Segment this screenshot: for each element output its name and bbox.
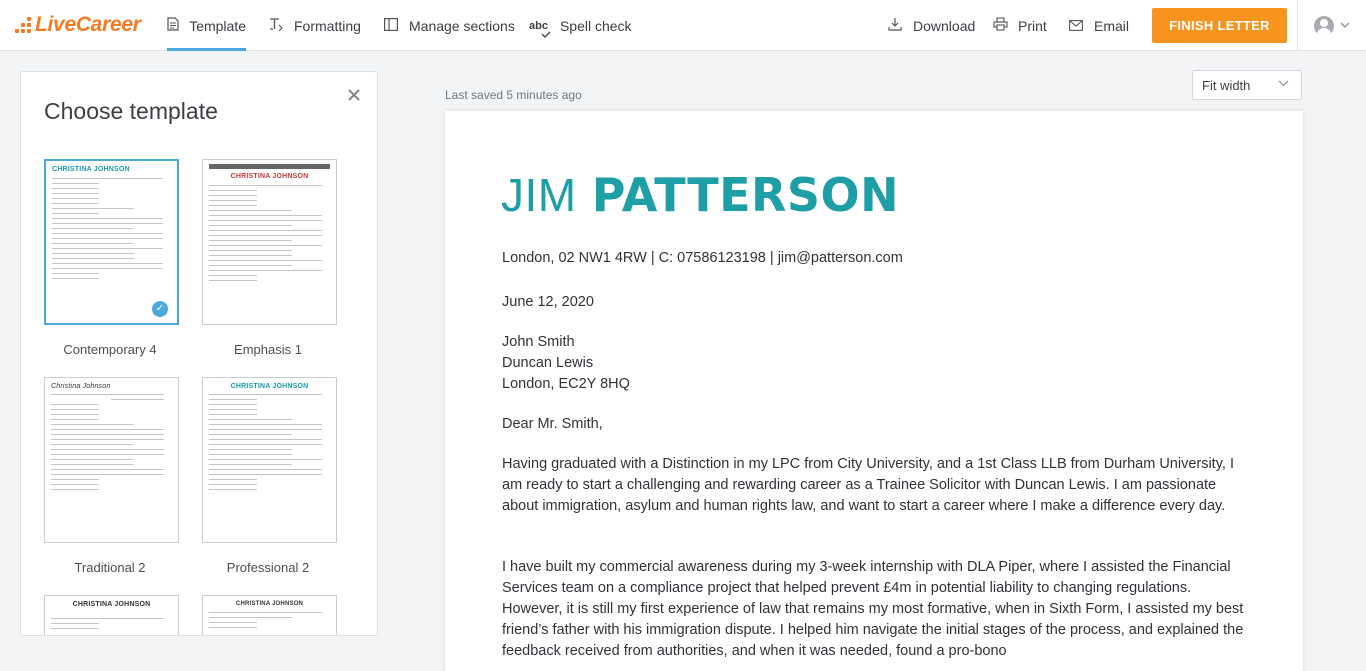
close-icon[interactable] — [345, 86, 363, 104]
template-label: Traditional 2 — [74, 560, 146, 575]
finish-letter-button[interactable]: FINISH LETTER — [1152, 8, 1287, 43]
body-paragraph-1: Having graduated with a Distinction in m… — [502, 456, 1234, 514]
chevron-down-icon — [1340, 20, 1350, 31]
first-name: JIM — [501, 169, 577, 221]
template-thumbnail-professional-2[interactable]: CHRISTINA JOHNSON — [202, 377, 337, 543]
download-label: Download — [913, 17, 976, 34]
template-label: Professional 2 — [226, 560, 310, 575]
columns-icon — [383, 17, 399, 34]
email-button[interactable]: Email — [1068, 0, 1129, 51]
tab-template[interactable]: Template — [167, 0, 246, 51]
envelope-icon — [1068, 18, 1084, 34]
download-button[interactable]: Download — [887, 0, 975, 51]
thumbnail-lines — [209, 612, 328, 632]
selected-check-icon: ✓ — [152, 301, 168, 317]
thumbnail-preview-name: CHRISTINA JOHNSON — [52, 166, 130, 173]
top-toolbar: LiveCareer Template Formatting Manage se… — [0, 0, 1366, 51]
chevron-down-icon — [1278, 79, 1289, 90]
template-label: Emphasis 1 — [234, 342, 302, 357]
user-menu[interactable] — [1297, 0, 1366, 51]
recipient-name: John Smith — [502, 334, 575, 350]
thumbnail-preview-name: Christina Johnson — [51, 383, 111, 390]
tab-manage-sections[interactable]: Manage sections — [383, 0, 515, 51]
template-thumbnail-partial[interactable]: CHRISTINA JOHNSON — [44, 595, 179, 635]
document-icon — [167, 17, 179, 34]
letter-date: June 12, 2020 — [502, 294, 594, 310]
logo-text: LiveCareer — [35, 13, 141, 36]
tab-spell-check[interactable]: abc Spell check — [529, 0, 632, 51]
template-label: Contemporary 4 — [63, 342, 157, 357]
template-thumbnail-contemporary-4[interactable]: CHRISTINA JOHNSON ✓ — [44, 159, 179, 325]
contact-line: London, 02 NW1 4RW | C: 07586123198 | ji… — [502, 250, 903, 266]
recipient-company: Duncan Lewis — [502, 355, 594, 371]
thumbnail-lines — [51, 618, 170, 633]
tab-template-label: Template — [189, 17, 246, 34]
logo-dots-icon — [15, 17, 31, 33]
last-name: PATTERSON — [591, 168, 900, 222]
thumbnail-preview-name: CHRISTINA JOHNSON — [235, 601, 304, 607]
thumbnail-lines — [51, 394, 170, 494]
printer-icon — [992, 17, 1008, 34]
salutation: Dear Mr. Smith, — [502, 416, 603, 432]
panel-title: Choose template — [44, 98, 218, 124]
choose-template-panel: Choose template CHRISTINA JOHNSON ✓ Cont… — [20, 71, 378, 636]
letter-heading-name: JIM PATTERSON — [501, 168, 899, 222]
zoom-select[interactable]: Fit width — [1192, 70, 1302, 100]
thumbnail-preview-name: CHRISTINA JOHNSON — [72, 601, 151, 608]
print-label: Print — [1018, 17, 1047, 34]
formatting-icon — [268, 17, 284, 34]
print-button[interactable]: Print — [992, 0, 1047, 51]
tab-formatting[interactable]: Formatting — [268, 0, 361, 51]
last-saved-status: Last saved 5 minutes ago — [445, 88, 582, 102]
template-thumbnail-traditional-2[interactable]: Christina Johnson — [44, 377, 179, 543]
template-thumbnail-emphasis-1[interactable]: CHRISTINA JOHNSON — [202, 159, 337, 325]
zoom-select-value: Fit width — [1202, 77, 1251, 93]
thumbnail-preview-name: CHRISTINA JOHNSON — [230, 173, 309, 180]
thumbnail-header-bar — [209, 164, 330, 169]
user-avatar-icon — [1314, 15, 1334, 36]
thumbnail-lines — [209, 394, 328, 494]
template-thumbnail-partial[interactable]: CHRISTINA JOHNSON — [202, 595, 337, 635]
thumbnail-lines — [52, 178, 169, 283]
tab-spell-check-label: Spell check — [559, 17, 632, 34]
thumbnail-lines — [209, 185, 328, 285]
tab-manage-sections-label: Manage sections — [409, 17, 515, 34]
letter-document[interactable]: JIM PATTERSON London, 02 NW1 4RW | C: 07… — [445, 111, 1303, 671]
livecareer-logo[interactable]: LiveCareer — [15, 12, 141, 38]
recipient-address: London, EC2Y 8HQ — [502, 376, 630, 392]
email-label: Email — [1094, 17, 1130, 34]
tab-formatting-label: Formatting — [294, 17, 361, 34]
thumbnail-preview-name: CHRISTINA JOHNSON — [230, 383, 309, 390]
body-paragraph-2: I have built my commercial awareness dur… — [502, 559, 1244, 659]
download-icon — [887, 17, 903, 34]
spell-check-icon: abc — [529, 20, 551, 38]
